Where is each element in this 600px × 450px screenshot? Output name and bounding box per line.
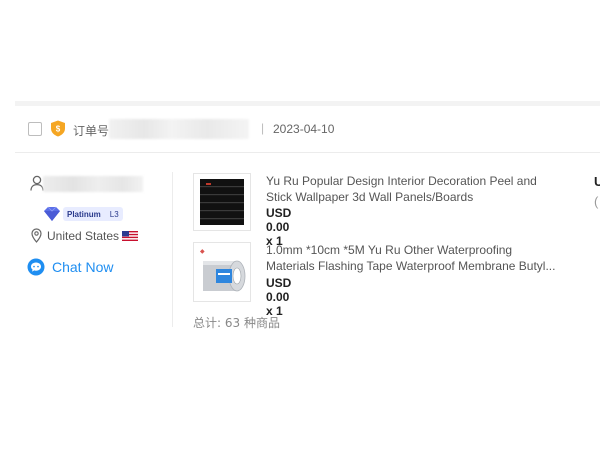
order-amount-column: U ( xyxy=(594,172,600,212)
order-page: $ 订单号 | 2023-04-10 Platinum L3 United St… xyxy=(0,0,600,450)
product-title-line: Stick Wallpaper 3d Wall Panels/Boards xyxy=(266,190,474,204)
country-name: United States xyxy=(47,228,120,243)
amount-text: U xyxy=(594,174,600,189)
seller-level-badge: Platinum L3 xyxy=(43,206,123,222)
chat-now-button[interactable]: Chat Now xyxy=(27,258,113,276)
product-title-line: Materials Flashing Tape Waterproof Membr… xyxy=(266,259,556,273)
level-pill: Platinum L3 xyxy=(63,207,123,221)
product-title[interactable]: 1.0mm *10cm *5M Yu Ru Other Waterproofin… xyxy=(266,242,576,274)
tape-roll-image: ◆ xyxy=(194,243,250,301)
header-divider: | xyxy=(261,121,265,135)
amount-subtext: ( xyxy=(594,194,599,209)
product-title[interactable]: Yu Ru Popular Design Interior Decoration… xyxy=(266,173,576,205)
product-title-line: 1.0mm *10cm *5M Yu Ru Other Waterproofin… xyxy=(266,243,513,257)
location-pin-icon xyxy=(31,228,42,243)
user-icon xyxy=(30,175,44,191)
wallpaper-panel-image xyxy=(194,174,250,230)
svg-text:$: $ xyxy=(56,125,61,134)
svg-text:◆: ◆ xyxy=(200,249,205,255)
items-total-summary: 总计: 63 种商品 xyxy=(193,316,280,330)
seller-name-redacted xyxy=(43,176,143,192)
level-name: Platinum xyxy=(67,209,101,219)
us-flag-icon xyxy=(122,230,139,241)
order-header: $ 订单号 | 2023-04-10 xyxy=(15,106,600,153)
diamond-icon xyxy=(44,206,60,221)
chat-bubble-icon xyxy=(27,258,45,276)
product-price: USD 0.00 x 1 xyxy=(266,276,292,318)
order-date: 2023-04-10 xyxy=(273,122,335,136)
product-thumbnail[interactable] xyxy=(193,173,251,231)
order-select-checkbox[interactable] xyxy=(28,122,42,136)
product-title-line: Yu Ru Popular Design Interior Decoration… xyxy=(266,174,537,188)
level-code: L3 xyxy=(109,209,119,219)
column-divider xyxy=(172,172,173,327)
order-number-redacted xyxy=(109,119,249,139)
product-thumbnail[interactable]: ◆ xyxy=(193,242,251,302)
order-number-label: 订单号 xyxy=(73,124,110,138)
chat-now-label: Chat Now xyxy=(52,259,114,275)
seller-location: United States xyxy=(31,228,139,243)
order-shield-icon: $ xyxy=(51,120,65,137)
